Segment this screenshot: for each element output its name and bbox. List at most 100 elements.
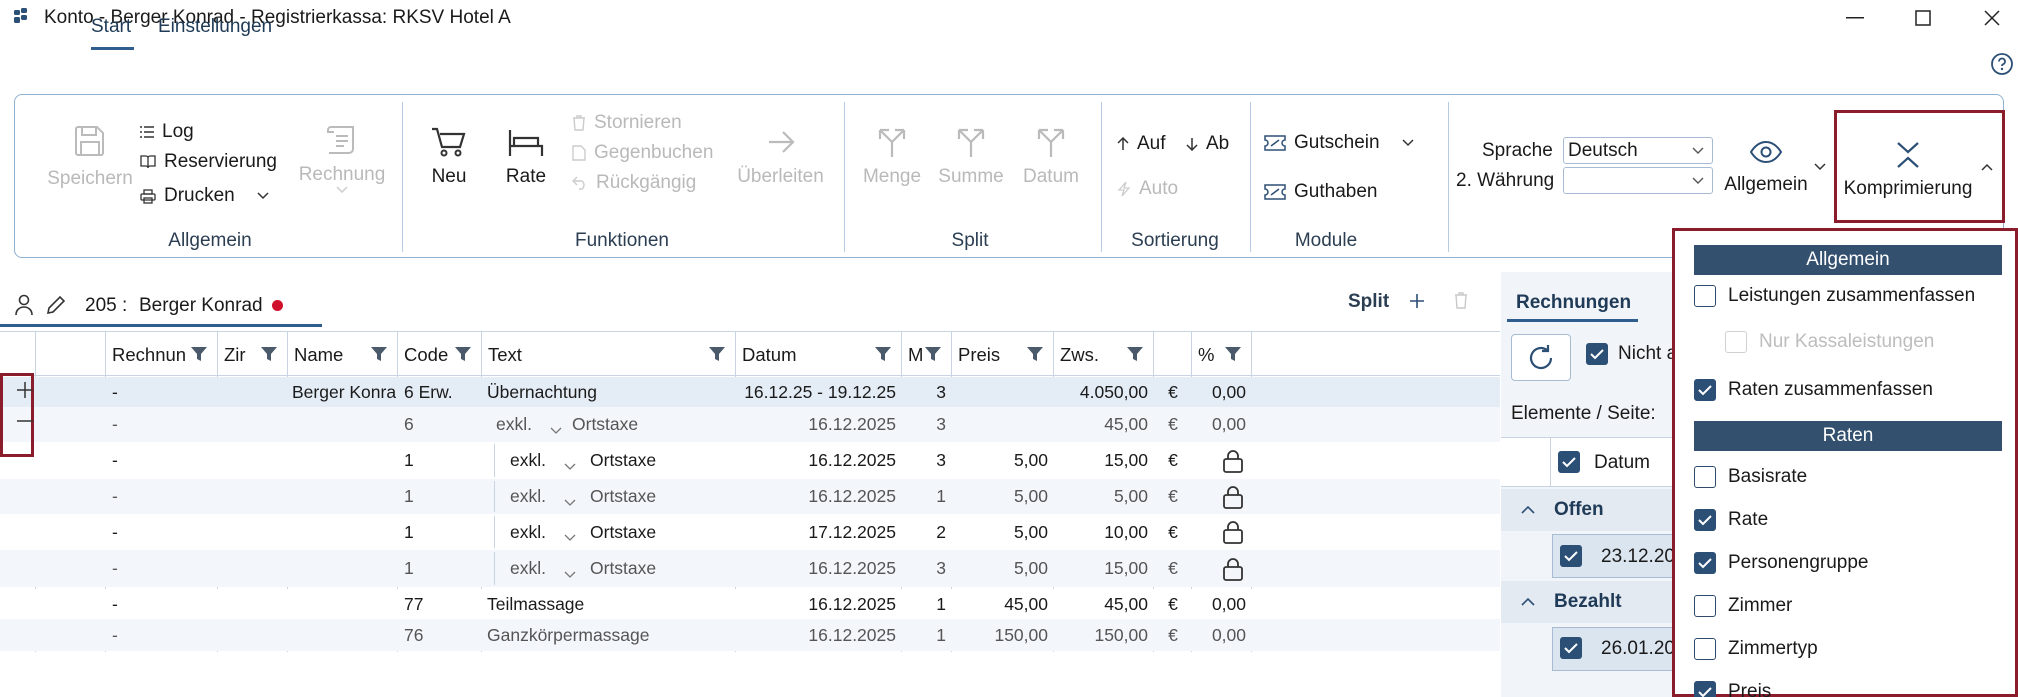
minimize-button[interactable]: [1823, 0, 1887, 36]
sort-auf-button[interactable]: Auf: [1117, 133, 1166, 155]
log-button[interactable]: Log: [140, 121, 194, 143]
help-icon[interactable]: [1990, 52, 2014, 76]
table-row[interactable]: - 1 exkl. Ortstaxe 17.12.2025 2 5,00 10,00 €: [0, 514, 1500, 550]
save-label: Speichern: [47, 168, 133, 189]
plus-icon[interactable]: [1409, 293, 1425, 309]
komprimierung-button[interactable]: Komprimierung: [1838, 140, 1978, 200]
column-header[interactable]: Name: [294, 344, 368, 366]
chevron-up-icon[interactable]: [1981, 163, 1993, 171]
filter-icon[interactable]: [370, 345, 388, 363]
filter-icon[interactable]: [454, 345, 472, 363]
chevron-down-icon[interactable]: [1402, 139, 1414, 147]
column-header[interactable]: %: [1198, 344, 1222, 366]
column-header[interactable]: Code: [404, 344, 452, 366]
sort-ab-button[interactable]: Ab: [1186, 133, 1229, 155]
raten-option-label: Personengruppe: [1728, 552, 1869, 573]
rate-button[interactable]: Rate: [501, 126, 551, 188]
exkl-select: exkl.: [510, 450, 546, 470]
filter-icon[interactable]: [708, 345, 726, 363]
raten-option[interactable]: Preis: [1694, 681, 1771, 697]
bezahlt-row-checkbox[interactable]: [1560, 637, 1582, 659]
preis-cell: [952, 407, 1048, 442]
raten-option[interactable]: Zimmer: [1694, 595, 1792, 617]
text-cell: Ganzkörpermassage: [487, 624, 650, 645]
leistungen-checkbox[interactable]: [1694, 285, 1716, 307]
raten-option-checkbox[interactable]: [1694, 595, 1716, 617]
table-row[interactable]: - 76 Ganzkörpermassage 16.12.2025 1 150,00 150…: [0, 619, 1500, 651]
filter-icon[interactable]: [874, 345, 892, 363]
table-row[interactable]: - 77 Teilmassage 16.12.2025 1 45,00 45,00 €0,00: [0, 589, 1500, 619]
zws-cell: 45,00: [1104, 593, 1148, 614]
close-button[interactable]: [1960, 0, 2018, 36]
table-row[interactable]: - Berger Konra 6 Erw. Übernachtung 16.12.25 …: [0, 377, 1500, 407]
chevron-up-icon[interactable]: [1521, 505, 1535, 514]
column-header[interactable]: M: [908, 344, 922, 366]
filter-icon[interactable]: [1026, 345, 1044, 363]
raten-option[interactable]: Zimmertyp: [1694, 638, 1818, 660]
select-all-checkbox[interactable]: [1558, 451, 1580, 473]
column-header[interactable]: Datum: [742, 344, 872, 366]
table-row[interactable]: - 1 exkl. Ortstaxe 16.12.2025 1 5,00 5,00 €: [0, 479, 1500, 514]
column-header[interactable]: Rechnun: [112, 344, 188, 366]
pencil-icon[interactable]: [45, 294, 67, 316]
split-button[interactable]: Split: [1348, 291, 1389, 313]
leistungen-zusammenfassen-option[interactable]: Leistungen zusammenfassen: [1694, 285, 1975, 307]
tab-einstellungen[interactable]: Einstellungen: [158, 16, 272, 38]
column-header[interactable]: Zws.: [1060, 344, 1124, 366]
filter-icon[interactable]: [260, 345, 278, 363]
refresh-button[interactable]: [1511, 334, 1571, 381]
chevron-down-icon[interactable]: [550, 427, 562, 435]
gutschein-button[interactable]: Gutschein: [1264, 132, 1414, 154]
name-cell: [292, 442, 396, 479]
tab-rechnungen[interactable]: Rechnungen: [1516, 292, 1631, 314]
chevron-down-icon[interactable]: [564, 499, 576, 507]
raten-option-checkbox[interactable]: [1694, 638, 1716, 660]
menge-cell: 3: [936, 450, 946, 470]
table-row[interactable]: - 1 exkl. Ortstaxe 16.12.2025 3 5,00 15,00 €: [0, 442, 1500, 479]
column-header[interactable]: Preis: [958, 344, 1024, 366]
code-cell: 6 Erw.: [404, 381, 453, 402]
column-header[interactable]: Zir: [224, 344, 258, 366]
raten-option-checkbox[interactable]: [1694, 466, 1716, 488]
table-row[interactable]: - 1 exkl. Ortstaxe 16.12.2025 3 5,00 15,00 €: [0, 550, 1500, 587]
raten-option[interactable]: Basisrate: [1694, 466, 1807, 488]
filter-icon[interactable]: [1126, 345, 1144, 363]
collapse-icon[interactable]: [16, 420, 34, 422]
filter-icon[interactable]: [1224, 345, 1242, 363]
raten-option-checkbox[interactable]: [1694, 552, 1716, 574]
waehrung-select[interactable]: [1563, 167, 1713, 194]
maximize-button[interactable]: [1891, 0, 1955, 36]
raten-option[interactable]: Rate: [1694, 509, 1768, 531]
raten-zus-checkbox[interactable]: [1694, 379, 1716, 401]
chevron-down-icon[interactable]: [564, 571, 576, 579]
raten-option-checkbox[interactable]: [1694, 681, 1716, 697]
sprache-select[interactable]: Deutsch: [1563, 137, 1713, 164]
raten-option[interactable]: Personengruppe: [1694, 552, 1869, 574]
zws-cell: 5,00: [1113, 486, 1148, 506]
tab-start[interactable]: Start: [91, 16, 131, 38]
reservierung-button[interactable]: Reservierung: [140, 151, 277, 173]
rechnung-cell: -: [112, 414, 118, 434]
chevron-down-icon[interactable]: [257, 192, 269, 200]
chevron-down-icon[interactable]: [1814, 163, 1826, 171]
raten-zusammenfassen-option[interactable]: Raten zusammenfassen: [1694, 379, 1933, 401]
expand-icon[interactable]: [16, 381, 34, 399]
allgemein-view-button[interactable]: Allgemein: [1718, 140, 1814, 196]
neu-button[interactable]: Neu: [424, 126, 474, 188]
printer-icon: [140, 188, 156, 204]
filter-icon[interactable]: [924, 345, 942, 363]
column-header[interactable]: Text: [488, 344, 706, 366]
raten-option-checkbox[interactable]: [1694, 509, 1716, 531]
save-icon: [75, 126, 104, 156]
table-row[interactable]: - 6 exkl. Ortstaxe 16.12.2025 3 45,00 €0,00: [0, 407, 1500, 442]
chevron-down-icon[interactable]: [564, 534, 576, 542]
chevron-down-icon[interactable]: [564, 463, 576, 471]
code-cell: 1: [404, 558, 414, 578]
chevron-up-icon[interactable]: [1521, 597, 1535, 606]
check-icon: [1698, 514, 1712, 525]
nicht-checkbox[interactable]: [1586, 343, 1608, 365]
drucken-button[interactable]: Drucken: [140, 185, 269, 207]
guthaben-button[interactable]: Guthaben: [1264, 181, 1377, 203]
offen-row-checkbox[interactable]: [1560, 545, 1582, 567]
filter-icon[interactable]: [190, 345, 208, 363]
